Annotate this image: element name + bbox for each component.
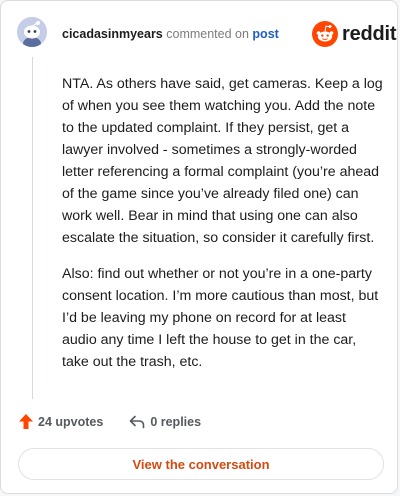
upvotes-count: 24 upvotes — [38, 414, 104, 429]
comment-paragraph: NTA. As others have said, get cameras. K… — [62, 76, 383, 246]
comment-embed-card: cicadasinmyears commented on post reddit… — [0, 0, 398, 494]
view-conversation-button[interactable]: View the conversation — [18, 448, 384, 480]
comment-footer: 24 upvotes 0 replies — [19, 414, 227, 429]
thread-line — [32, 57, 33, 399]
replies-count: 0 replies — [150, 414, 202, 429]
avatar[interactable] — [17, 17, 47, 47]
username-link[interactable]: cicadasinmyears — [62, 27, 163, 41]
post-link[interactable]: post — [252, 27, 278, 41]
replies-stat[interactable]: 0 replies — [129, 415, 201, 429]
snoo-avatar-icon — [17, 17, 47, 47]
upvotes-stat[interactable]: 24 upvotes — [19, 414, 103, 429]
reddit-logo[interactable]: reddit — [312, 21, 397, 47]
reply-arrow-icon — [130, 415, 145, 428]
commented-on-text: commented on — [166, 27, 249, 41]
comment-header: cicadasinmyears commented on post — [62, 26, 279, 42]
reddit-alien-icon — [312, 21, 338, 47]
comment-body: NTA. As others have said, get cameras. K… — [62, 73, 384, 387]
reddit-wordmark: reddit — [342, 22, 397, 45]
comment-paragraph: Also: find out whether or not you’re in … — [62, 266, 379, 370]
upvote-arrow-icon — [19, 414, 33, 429]
